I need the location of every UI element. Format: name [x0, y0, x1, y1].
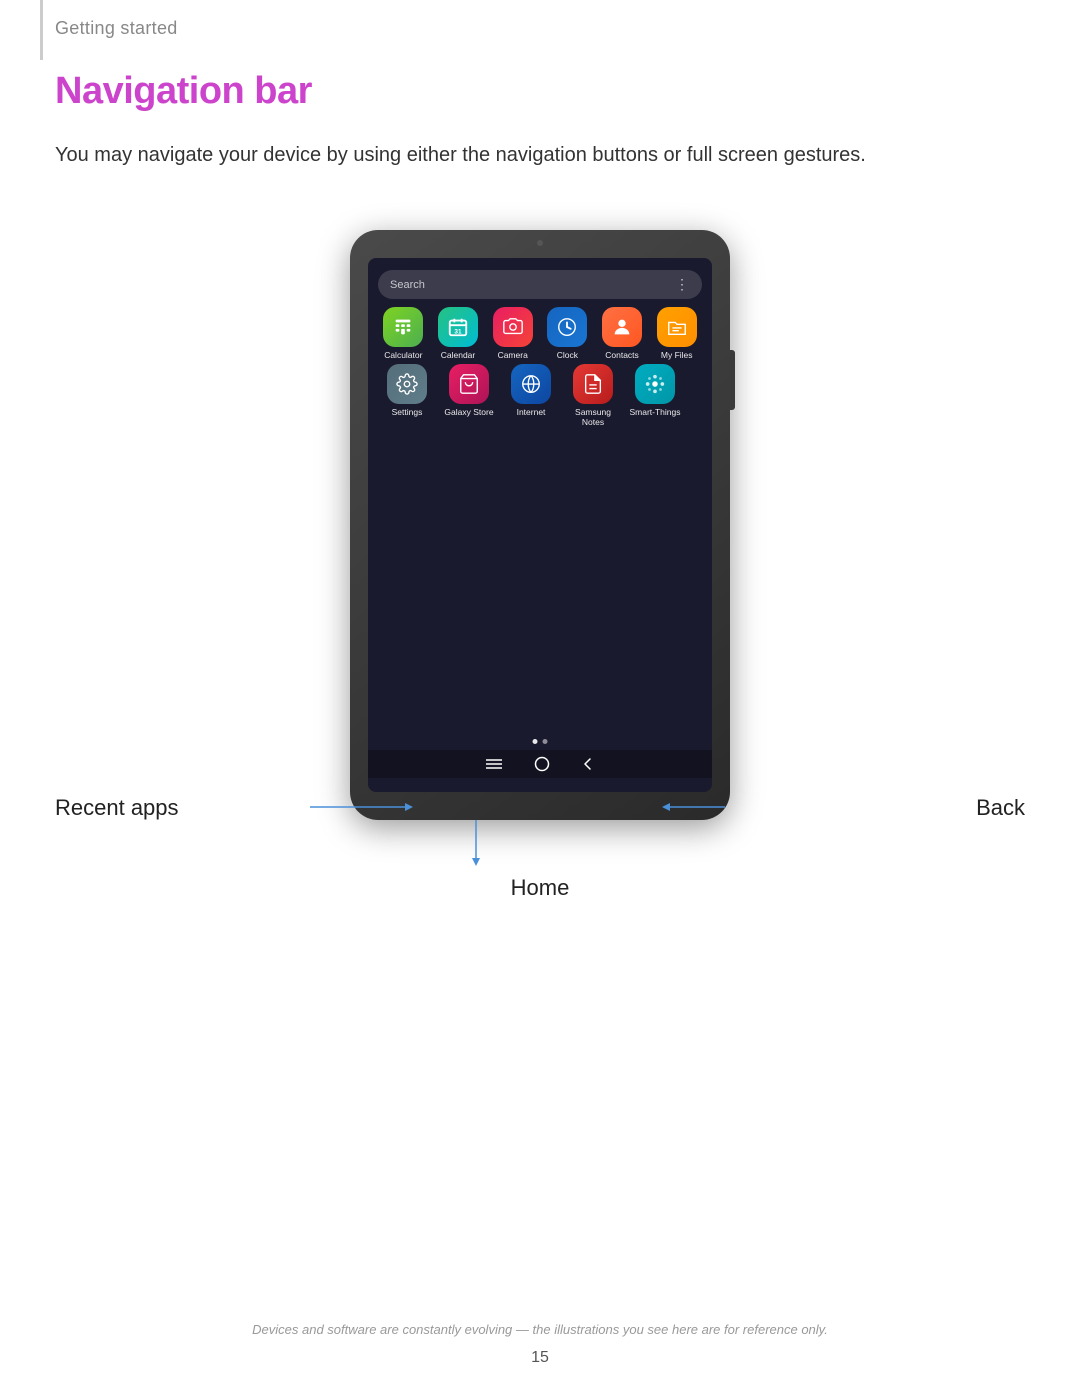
search-placeholder: Search [390, 279, 425, 291]
svg-text:31: 31 [454, 328, 462, 335]
app-icon-calculator [383, 307, 423, 347]
nav-bar [368, 750, 712, 778]
footer-disclaimer: Devices and software are constantly evol… [0, 1322, 1080, 1337]
app-icon-internet [511, 364, 551, 404]
tablet-screen: Search ⋮ [368, 258, 712, 792]
app-icon-myfiles [657, 307, 697, 347]
nav-back-button [580, 756, 596, 772]
app-galaxystore: Galaxy Store [440, 364, 498, 427]
app-camera: Camera [485, 307, 540, 360]
app-clock: Clock [540, 307, 595, 360]
label-back: Back [976, 795, 1025, 821]
breadcrumb: Getting started [55, 18, 178, 39]
app-settings: Settings [378, 364, 436, 427]
app-icon-camera [493, 307, 533, 347]
app-calendar: 31 Calendar [431, 307, 486, 360]
app-label-contacts: Contacts [605, 350, 639, 360]
screen-search-bar: Search ⋮ [378, 270, 702, 299]
app-smartthings: Smart-Things [626, 364, 684, 427]
app-icon-calendar: 31 [438, 307, 478, 347]
app-label-calculator: Calculator [384, 350, 422, 360]
page-indicator-dots [533, 739, 548, 744]
app-icon-contacts [602, 307, 642, 347]
page-border-accent [40, 0, 43, 60]
page-number: 15 [531, 1349, 549, 1367]
dot-2 [543, 739, 548, 744]
app-icon-galaxystore [449, 364, 489, 404]
dot-1 [533, 739, 538, 744]
app-contacts: Contacts [595, 307, 650, 360]
nav-home-button [534, 756, 550, 772]
app-label-samsungnotes: Samsung Notes [564, 407, 622, 427]
label-home: Home [511, 875, 570, 901]
app-icon-clock [547, 307, 587, 347]
nav-recent-apps-button [484, 756, 504, 772]
app-icon-samsungnotes [573, 364, 613, 404]
app-internet: Internet [502, 364, 560, 427]
page-title: Navigation bar [55, 70, 312, 113]
label-recent-apps: Recent apps [55, 795, 179, 821]
app-grid: Calculator 31 Calendar [368, 307, 712, 428]
page-description: You may navigate your device by using ei… [55, 140, 1025, 170]
app-label-myfiles: My Files [661, 350, 693, 360]
app-icon-smartthings [635, 364, 675, 404]
app-samsungnotes: Samsung Notes [564, 364, 622, 427]
app-row-1: Calculator 31 Calendar [376, 307, 704, 360]
app-row-2: Settings Galaxy Store [376, 364, 704, 427]
app-label-galaxystore: Galaxy Store [444, 407, 493, 417]
tablet-camera [537, 240, 543, 246]
app-label-clock: Clock [557, 350, 578, 360]
search-menu-icon: ⋮ [675, 276, 690, 293]
app-label-calendar: Calendar [441, 350, 476, 360]
tablet-side-button [730, 350, 735, 410]
app-icon-settings [387, 364, 427, 404]
tablet-illustration: Search ⋮ [350, 230, 730, 820]
app-label-internet: Internet [517, 407, 546, 417]
app-label-smartthings: Smart-Things [629, 407, 680, 417]
app-myfiles: My Files [649, 307, 704, 360]
app-label-camera: Camera [498, 350, 528, 360]
app-label-settings: Settings [392, 407, 423, 417]
tablet-body: Search ⋮ [350, 230, 730, 820]
app-calculator: Calculator [376, 307, 431, 360]
